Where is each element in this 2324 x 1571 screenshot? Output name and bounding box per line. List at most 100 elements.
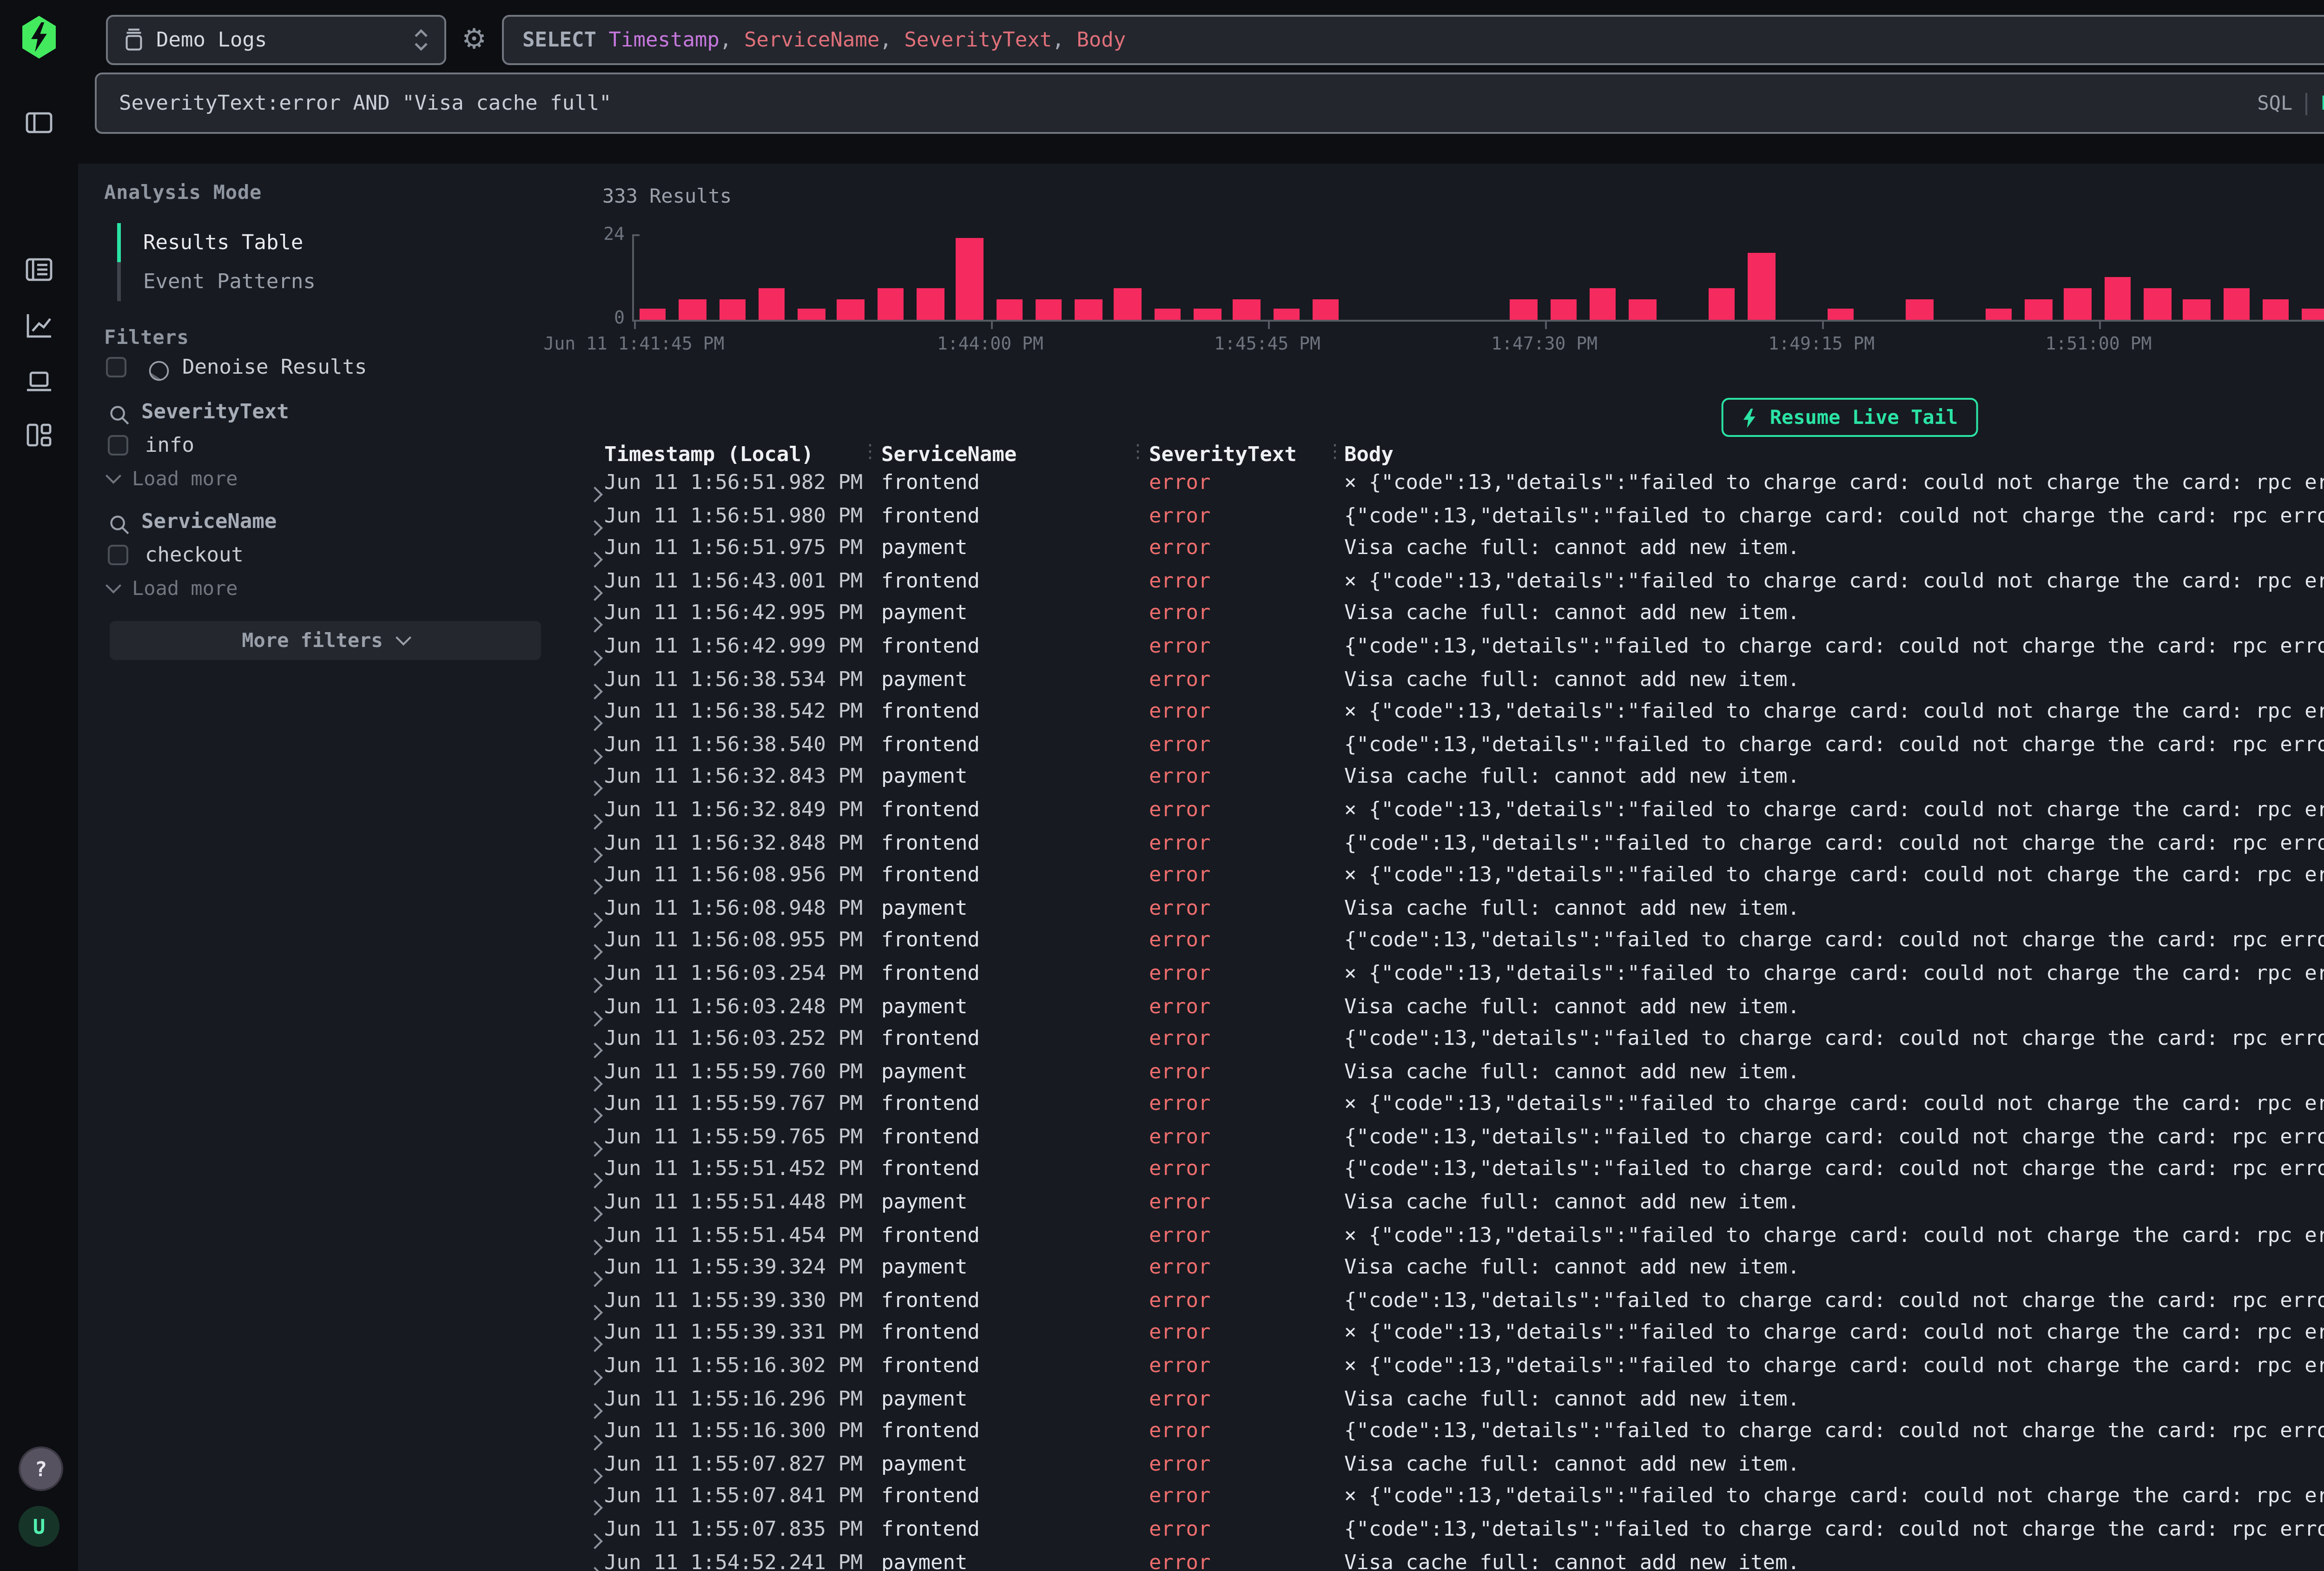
sessions-icon[interactable] bbox=[24, 366, 54, 396]
x-axis-tick bbox=[2099, 320, 2100, 329]
row-body: × {"code":13,"details":"failed to charge… bbox=[1344, 1317, 2324, 1350]
sidebar-item-results-table[interactable]: Results Table bbox=[117, 223, 515, 262]
chart-icon[interactable] bbox=[24, 310, 54, 340]
x-axis-label: 1:49:15 PM bbox=[1682, 335, 1961, 355]
row-timestamp: Jun 11 1:56:08.955 PM bbox=[604, 924, 874, 957]
row-service: frontend bbox=[881, 1284, 1142, 1317]
table-row[interactable]: Jun 11 1:55:16.302 PMfrontenderror× {"co… bbox=[576, 1350, 2324, 1382]
table-row[interactable]: Jun 11 1:56:08.948 PMpaymenterrorVisa ca… bbox=[576, 892, 2324, 924]
row-timestamp: Jun 11 1:56:08.948 PM bbox=[604, 892, 874, 924]
filter-field-servicename[interactable]: ServiceName bbox=[141, 509, 277, 534]
table-row[interactable]: Jun 11 1:56:38.534 PMpaymenterrorVisa ca… bbox=[576, 663, 2324, 695]
row-severity: error bbox=[1149, 1121, 1335, 1154]
table-row[interactable]: Jun 11 1:56:32.849 PMfrontenderror× {"co… bbox=[576, 794, 2324, 826]
denoise-label[interactable]: Denoise Results bbox=[182, 355, 367, 379]
table-row[interactable]: Jun 11 1:55:59.760 PMpaymenterrorVisa ca… bbox=[576, 1056, 2324, 1088]
column-header-servicename[interactable]: ServiceName bbox=[881, 442, 1017, 467]
row-service: frontend bbox=[881, 1088, 1142, 1121]
top-bar: Demo Logs ⚙ SELECT Timestamp, ServiceNam… bbox=[78, 0, 2324, 164]
row-service: payment bbox=[881, 1383, 1142, 1415]
language-lucene-option[interactable]: Lucene bbox=[2320, 92, 2324, 114]
table-row[interactable]: Jun 11 1:55:59.767 PMfrontenderror× {"co… bbox=[576, 1088, 2324, 1121]
filter-info-checkbox[interactable] bbox=[108, 435, 128, 455]
row-body: × {"code":13,"details":"failed to charge… bbox=[1344, 467, 2324, 499]
table-row[interactable]: Jun 11 1:55:16.296 PMpaymenterrorVisa ca… bbox=[576, 1383, 2324, 1415]
column-header-body[interactable]: Body bbox=[1344, 442, 1393, 467]
load-more-severitytext[interactable]: Load more bbox=[108, 469, 238, 491]
row-service: payment bbox=[881, 1252, 1142, 1284]
row-body: Visa cache full: cannot add new item. bbox=[1344, 1546, 2324, 1571]
row-service: payment bbox=[881, 532, 1142, 565]
filter-info-label[interactable]: info bbox=[145, 433, 194, 457]
denoise-checkbox[interactable] bbox=[106, 357, 126, 377]
column-header-severitytext[interactable]: SeverityText bbox=[1149, 442, 1297, 467]
table-row[interactable]: Jun 11 1:55:51.448 PMpaymenterrorVisa ca… bbox=[576, 1186, 2324, 1219]
select-query-input[interactable]: SELECT Timestamp, ServiceName, SeverityT… bbox=[502, 15, 2324, 65]
help-button[interactable]: ? bbox=[19, 1446, 63, 1491]
column-resize-handle[interactable]: ⋮ bbox=[1326, 442, 1344, 463]
table-row[interactable]: Jun 11 1:56:51.980 PMfrontenderror{"code… bbox=[576, 499, 2324, 532]
sidebar-item-event-patterns[interactable]: Event Patterns bbox=[117, 262, 515, 301]
row-body: {"code":13,"details":"failed to charge c… bbox=[1344, 1513, 2324, 1546]
histogram-bar bbox=[2104, 277, 2131, 320]
more-filters-button[interactable]: More filters bbox=[110, 621, 541, 660]
search-input[interactable]: SeverityText:error AND "Visa cache full"… bbox=[95, 73, 2324, 134]
row-service: frontend bbox=[881, 696, 1142, 728]
table-row[interactable]: Jun 11 1:54:52.241 PMpaymenterrorVisa ca… bbox=[576, 1546, 2324, 1571]
table-row[interactable]: Jun 11 1:55:39.330 PMfrontenderror{"code… bbox=[576, 1284, 2324, 1317]
table-row[interactable]: Jun 11 1:56:38.542 PMfrontenderror× {"co… bbox=[576, 696, 2324, 728]
app-logo-lightning-icon[interactable] bbox=[17, 15, 61, 59]
table-row[interactable]: Jun 11 1:55:51.452 PMfrontenderror{"code… bbox=[576, 1154, 2324, 1186]
row-severity: error bbox=[1149, 1023, 1335, 1055]
table-row[interactable]: Jun 11 1:55:07.827 PMpaymenterrorVisa ca… bbox=[576, 1448, 2324, 1480]
filter-field-severitytext[interactable]: SeverityText bbox=[141, 400, 289, 424]
load-more-servicename[interactable]: Load more bbox=[108, 578, 238, 601]
table-row[interactable]: Jun 11 1:55:07.841 PMfrontenderror× {"co… bbox=[576, 1481, 2324, 1513]
table-row[interactable]: Jun 11 1:56:03.252 PMfrontenderror{"code… bbox=[576, 1023, 2324, 1055]
table-row[interactable]: Jun 11 1:56:42.995 PMpaymenterrorVisa ca… bbox=[576, 598, 2324, 630]
resume-live-tail-button[interactable]: Resume Live Tail bbox=[1722, 398, 1979, 437]
row-timestamp: Jun 11 1:56:03.252 PM bbox=[604, 1023, 874, 1055]
filters-heading: Filters bbox=[104, 327, 189, 350]
language-sql-option[interactable]: SQL bbox=[2257, 92, 2292, 114]
database-icon bbox=[123, 28, 145, 52]
table-row[interactable]: Jun 11 1:55:51.454 PMfrontenderror× {"co… bbox=[576, 1219, 2324, 1252]
table-row[interactable]: Jun 11 1:56:08.956 PMfrontenderror× {"co… bbox=[576, 859, 2324, 892]
source-select[interactable]: Demo Logs bbox=[106, 15, 446, 65]
histogram-plot[interactable]: 24 0 Jun 11 1:41:45 PM1:44:00 PM1:45:45 … bbox=[632, 234, 2324, 322]
filter-checkout-label[interactable]: checkout bbox=[145, 543, 244, 567]
column-resize-handle[interactable]: ⋮ bbox=[861, 442, 879, 463]
panel-icon[interactable] bbox=[24, 108, 54, 138]
table-row[interactable]: Jun 11 1:56:51.975 PMpaymenterrorVisa ca… bbox=[576, 532, 2324, 565]
gear-icon[interactable]: ⚙ bbox=[456, 20, 493, 58]
table-row[interactable]: Jun 11 1:55:59.765 PMfrontenderror{"code… bbox=[576, 1121, 2324, 1154]
select-keyword: SELECT bbox=[522, 28, 596, 52]
table-row[interactable]: Jun 11 1:56:03.248 PMpaymenterrorVisa ca… bbox=[576, 990, 2324, 1023]
table-row[interactable]: Jun 11 1:56:32.848 PMfrontenderror{"code… bbox=[576, 826, 2324, 859]
table-row[interactable]: Jun 11 1:55:39.324 PMpaymenterrorVisa ca… bbox=[576, 1252, 2324, 1284]
logs-icon[interactable] bbox=[24, 255, 54, 284]
table-rows: Jun 11 1:56:51.982 PMfrontenderror× {"co… bbox=[576, 467, 2324, 1571]
column-resize-handle[interactable]: ⋮ bbox=[1129, 442, 1147, 463]
table-row[interactable]: Jun 11 1:55:07.835 PMfrontenderror{"code… bbox=[576, 1513, 2324, 1546]
row-service: frontend bbox=[881, 630, 1142, 663]
table-row[interactable]: Jun 11 1:55:16.300 PMfrontenderror{"code… bbox=[576, 1415, 2324, 1448]
row-expand-chevron[interactable] bbox=[589, 1557, 601, 1571]
table-row[interactable]: Jun 11 1:56:51.982 PMfrontenderror× {"co… bbox=[576, 467, 2324, 499]
dashboards-icon[interactable] bbox=[24, 420, 54, 450]
row-service: frontend bbox=[881, 499, 1142, 532]
histogram-bar bbox=[1827, 309, 1854, 320]
row-timestamp: Jun 11 1:55:07.827 PM bbox=[604, 1448, 874, 1480]
table-row[interactable]: Jun 11 1:56:08.955 PMfrontenderror{"code… bbox=[576, 924, 2324, 957]
table-row[interactable]: Jun 11 1:56:43.001 PMfrontenderror× {"co… bbox=[576, 565, 2324, 597]
row-body: {"code":13,"details":"failed to charge c… bbox=[1344, 826, 2324, 859]
table-row[interactable]: Jun 11 1:56:03.254 PMfrontenderror× {"co… bbox=[576, 957, 2324, 990]
user-avatar[interactable]: U bbox=[19, 1506, 59, 1547]
x-axis-label: 1:52:45 PM bbox=[2236, 335, 2324, 355]
table-row[interactable]: Jun 11 1:56:32.843 PMpaymenterrorVisa ca… bbox=[576, 761, 2324, 793]
table-row[interactable]: Jun 11 1:56:42.999 PMfrontenderror{"code… bbox=[576, 630, 2324, 663]
table-row[interactable]: Jun 11 1:55:39.331 PMfrontenderror× {"co… bbox=[576, 1317, 2324, 1350]
filter-checkout-checkbox[interactable] bbox=[108, 545, 128, 565]
table-row[interactable]: Jun 11 1:56:38.540 PMfrontenderror{"code… bbox=[576, 728, 2324, 761]
column-header-timestamp[interactable]: Timestamp (Local) bbox=[604, 442, 813, 467]
